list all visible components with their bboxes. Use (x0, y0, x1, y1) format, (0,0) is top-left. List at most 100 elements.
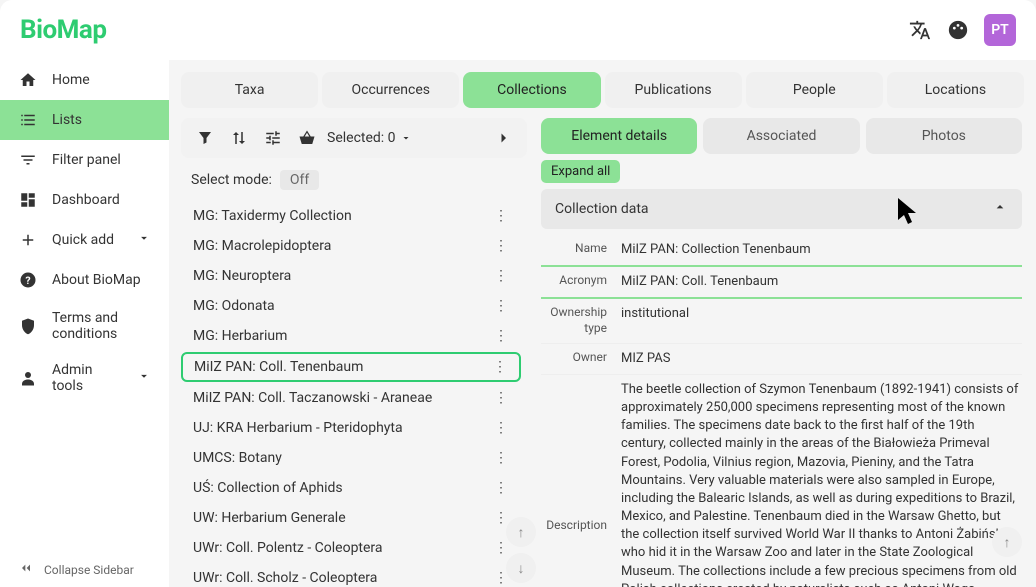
detail-tab-element[interactable]: Element details (541, 118, 697, 154)
tab-collections[interactable]: Collections (463, 72, 600, 108)
expand-all[interactable]: Expand all (541, 160, 620, 183)
list-item[interactable]: MG: Neuroptera ⋮ (181, 262, 521, 290)
field-value: The beetle collection of Szymon Tenenbau… (621, 381, 1022, 587)
main: Home Lists Filter panel Dashboard Quick … (0, 60, 1036, 587)
more-icon[interactable]: ⋮ (493, 328, 509, 344)
chevron-up-icon (992, 199, 1008, 219)
field-rows[interactable]: Name MiIZ PAN: Collection Tenenbaum Acro… (541, 235, 1022, 587)
detail-tab-associated[interactable]: Associated (703, 118, 859, 154)
sidebar-item-label: Dashboard (52, 192, 120, 208)
select-mode-value[interactable]: Off (280, 170, 319, 190)
more-icon[interactable]: ⋮ (493, 238, 509, 254)
list-item[interactable]: UWr: Coll. Scholz - Coleoptera⋮ (181, 564, 521, 587)
list-item[interactable]: MiIZ PAN: Coll. Taczanowski - Araneae ⋮ (181, 384, 521, 412)
list-icon (18, 110, 38, 130)
collapse-label: Collapse Sidebar (44, 563, 134, 577)
tab-people[interactable]: People (746, 72, 883, 108)
section-header[interactable]: Collection data (541, 189, 1022, 229)
selected-count[interactable]: Selected: 0 (327, 130, 412, 146)
select-mode-label: Select mode: (191, 172, 272, 188)
list-item-label: MG: Odonata (193, 298, 275, 314)
more-icon[interactable]: ⋮ (493, 420, 509, 436)
more-icon[interactable]: ⋮ (493, 390, 509, 406)
list-item-label: UWr: Coll. Polentz - Coleoptera (193, 540, 383, 556)
filter-icon (18, 150, 38, 170)
field-row: Description The beetle collection of Szy… (541, 375, 1022, 587)
more-icon[interactable]: ⋮ (493, 540, 509, 556)
field-row: Owner MIZ PAS (541, 344, 1022, 375)
tune-icon[interactable] (259, 124, 287, 152)
sidebar-item-home[interactable]: Home (0, 60, 169, 100)
toolbar: Selected: 0 (181, 118, 527, 158)
list-item[interactable]: MG: Odonata ⋮ (181, 292, 521, 320)
left-panel: Selected: 0 Select mode: Off MG: Taxider… (181, 118, 527, 587)
scroll-up-button[interactable]: ↑ (992, 527, 1022, 557)
header: BioMap PT (0, 0, 1036, 60)
avatar[interactable]: PT (984, 14, 1016, 46)
policy-icon (18, 316, 38, 336)
translate-icon[interactable] (908, 18, 932, 42)
tab-occurrences[interactable]: Occurrences (322, 72, 459, 108)
tab-locations[interactable]: Locations (887, 72, 1024, 108)
list-item-label: MG: Neuroptera (193, 268, 291, 284)
admin-icon (18, 368, 38, 388)
palette-icon[interactable] (946, 18, 970, 42)
plus-icon (18, 230, 38, 250)
chevron-right-icon[interactable] (489, 124, 517, 152)
scroll-up-button[interactable]: ↑ (506, 517, 536, 547)
field-value: MiIZ PAN: Collection Tenenbaum (621, 241, 1022, 259)
list-item[interactable]: MG: Macrolepidoptera ⋮ (181, 232, 521, 260)
sidebar-item-quickadd[interactable]: Quick add (0, 220, 169, 260)
list-item[interactable]: MG: Herbarium⋮ (181, 322, 521, 350)
collapse-sidebar[interactable]: Collapse Sidebar (0, 552, 169, 587)
right-panel: Element details Associated Photos Expand… (541, 118, 1036, 587)
filter-icon[interactable] (191, 124, 219, 152)
more-icon[interactable]: ⋮ (493, 480, 509, 496)
list-item[interactable]: MiIZ PAN: Coll. Tenenbaum ⋮ (181, 352, 521, 382)
list-item[interactable]: UMCS: Botany⋮ (181, 444, 521, 472)
list-item-label: MiIZ PAN: Coll. Tenenbaum (194, 359, 363, 375)
field-value: MIZ PAS (621, 350, 1022, 368)
sidebar-item-label: Admin tools (52, 362, 123, 394)
sidebar-item-label: Terms and conditions (52, 310, 151, 342)
detail-tab-photos[interactable]: Photos (866, 118, 1022, 154)
chevron-left-icon (18, 560, 34, 579)
more-icon[interactable]: ⋮ (492, 359, 508, 375)
svg-text:?: ? (25, 274, 30, 287)
sidebar-item-label: Filter panel (52, 152, 121, 168)
sidebar-item-terms[interactable]: Terms and conditions (0, 300, 169, 352)
list-item-label: MG: Taxidermy Collection (193, 208, 352, 224)
list-item[interactable]: UŚ: Collection of Aphids⋮ (181, 474, 521, 502)
more-icon[interactable]: ⋮ (493, 298, 509, 314)
field-label: Description (541, 518, 621, 534)
sidebar-item-dashboard[interactable]: Dashboard (0, 180, 169, 220)
list-item-label: MiIZ PAN: Coll. Taczanowski - Araneae (193, 390, 432, 406)
chevron-down-icon (137, 231, 151, 249)
more-icon[interactable]: ⋮ (493, 268, 509, 284)
sidebar-item-label: Lists (52, 112, 82, 128)
basket-icon[interactable] (293, 124, 321, 152)
sidebar-item-about[interactable]: ? About BioMap (0, 260, 169, 300)
list-item[interactable]: UW: Herbarium Generale⋮ (181, 504, 521, 532)
tab-publications[interactable]: Publications (605, 72, 742, 108)
sidebar-item-filter[interactable]: Filter panel (0, 140, 169, 180)
list-item[interactable]: UJ: KRA Herbarium - Pteridophyta⋮ (181, 414, 521, 442)
chevron-down-icon (137, 369, 151, 387)
sidebar-item-admin[interactable]: Admin tools (0, 352, 169, 404)
list-item[interactable]: UWr: Coll. Polentz - Coleoptera ⋮ (181, 534, 521, 562)
sidebar-item-lists[interactable]: Lists (0, 100, 169, 140)
content: Taxa Occurrences Collections Publication… (169, 60, 1036, 587)
more-icon[interactable]: ⋮ (493, 510, 509, 526)
list-item[interactable]: MG: Taxidermy Collection ⋮ (181, 202, 521, 230)
more-icon[interactable]: ⋮ (493, 450, 509, 466)
sidebar-item-label: About BioMap (52, 272, 141, 288)
list-container[interactable]: MG: Taxidermy Collection ⋮ MG: Macrolepid… (181, 202, 527, 587)
field-value: MiIZ PAN: Coll. Tenenbaum (621, 273, 1022, 291)
list-item-label: MG: Macrolepidoptera (193, 238, 331, 254)
scroll-down-button[interactable]: ↓ (506, 553, 536, 583)
logo[interactable]: BioMap (20, 15, 106, 45)
sort-icon[interactable] (225, 124, 253, 152)
field-label: Acronym (541, 273, 621, 291)
more-icon[interactable]: ⋮ (493, 208, 509, 224)
tab-taxa[interactable]: Taxa (181, 72, 318, 108)
